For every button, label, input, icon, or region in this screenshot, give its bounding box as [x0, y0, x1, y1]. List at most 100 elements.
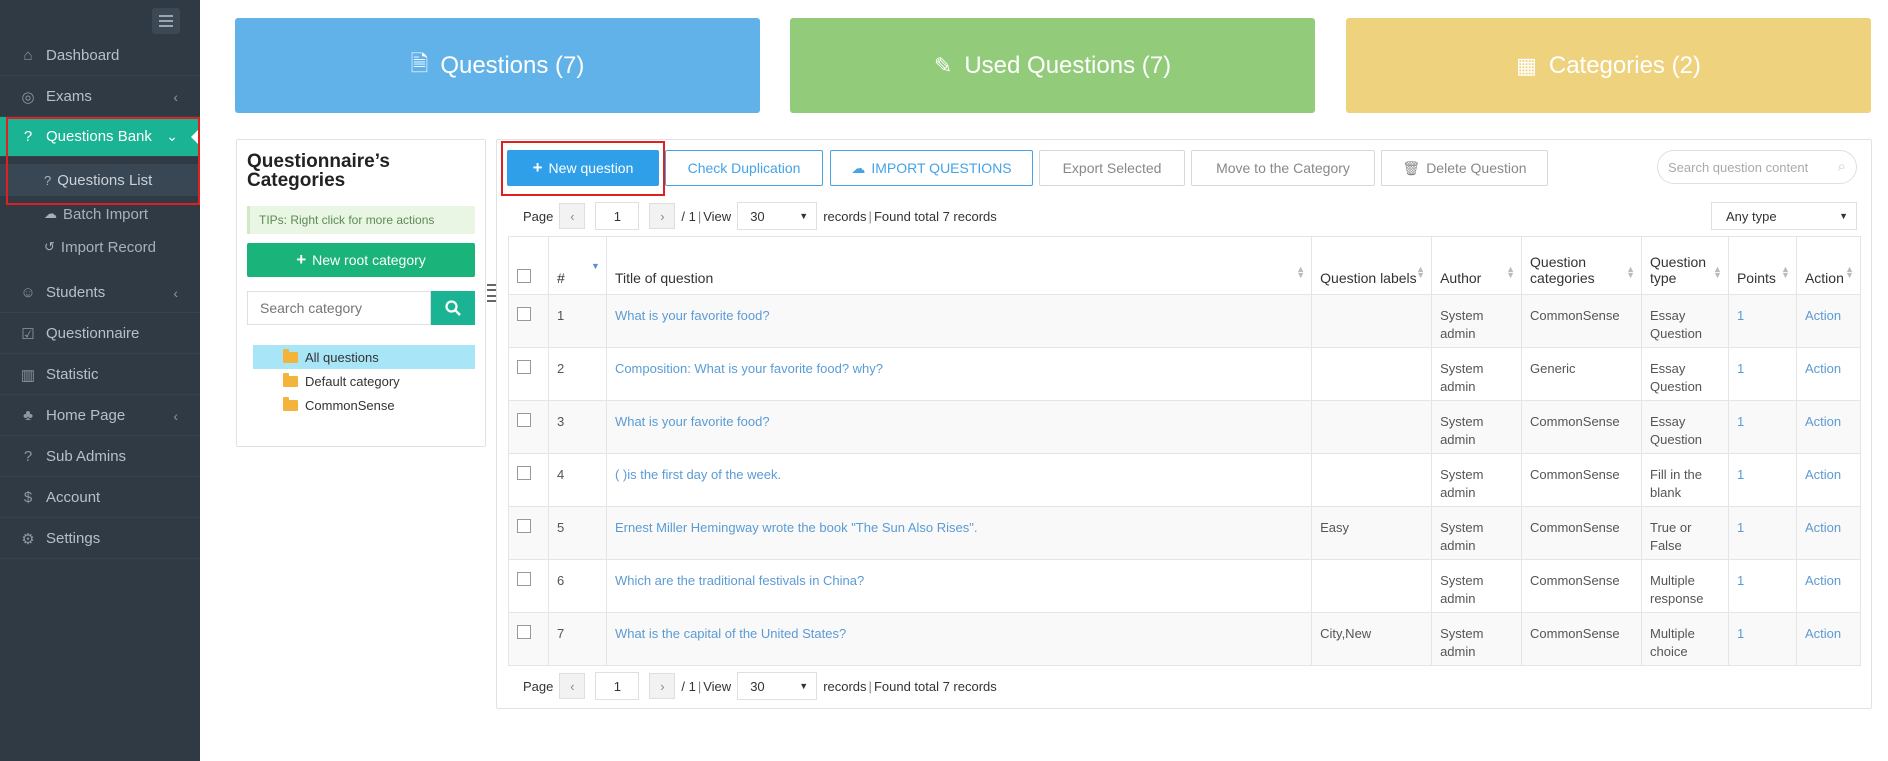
sidebar-item-sub-admins[interactable]: ? Sub Admins [0, 437, 200, 477]
sort-icon: ▲ ▼ [1506, 264, 1516, 280]
tree-item-commonsense[interactable]: CommonSense [253, 393, 475, 417]
points-link[interactable]: 1 [1737, 308, 1744, 323]
pagination-top: Page ‹ 1 › / 1 | View 30 ▼ records | Foun… [523, 202, 997, 230]
plus-icon: + [296, 250, 307, 269]
active-indicator [191, 128, 200, 146]
column-header-labels[interactable]: Question labels ▲ ▼ [1311, 236, 1433, 295]
column-header-categories[interactable]: Question categories ▲ ▼ [1521, 236, 1642, 295]
categories-count-card[interactable]: ▦ Categories (2) [1346, 18, 1871, 113]
next-page-button[interactable]: › [649, 673, 676, 699]
sidebar-item-questionnaire[interactable]: ☑ Questionnaire [0, 314, 200, 354]
action-link[interactable]: Action [1805, 573, 1841, 588]
question-title-link[interactable]: Ernest Miller Hemingway wrote the book "… [615, 520, 978, 535]
page-number-input[interactable]: 1 [595, 202, 640, 230]
prev-page-button[interactable]: ‹ [559, 203, 586, 229]
page-size-select[interactable]: 30 ▼ [737, 672, 818, 700]
column-header-title[interactable]: Title of question ▲ ▼ [605, 236, 1313, 295]
action-link[interactable]: Action [1805, 308, 1841, 323]
row-category: CommonSense [1521, 453, 1642, 507]
question-title-link[interactable]: Which are the traditional festivals in C… [615, 573, 864, 588]
sidebar-item-questions-bank[interactable]: ? Questions Bank ⌄ [0, 117, 200, 157]
used-questions-card[interactable]: ✎ Used Questions (7) [790, 18, 1315, 113]
caret-down-icon: ▼ [1839, 211, 1848, 221]
check-duplication-button[interactable]: Check Duplication [665, 150, 823, 186]
sidebar-item-exams[interactable]: ◎ Exams ‹ [0, 77, 200, 117]
row-checkbox[interactable] [517, 572, 531, 586]
import-questions-button[interactable]: ☁ IMPORT QUESTIONS [830, 150, 1033, 186]
points-link[interactable]: 1 [1737, 520, 1744, 535]
tree-item-default-category[interactable]: Default category [253, 369, 475, 393]
row-labels: Easy [1311, 506, 1433, 560]
row-checkbox[interactable] [517, 625, 531, 639]
column-header-type[interactable]: Question type ▲ ▼ [1641, 236, 1729, 295]
tree-icon: ♣ [23, 407, 33, 424]
action-link[interactable]: Action [1805, 467, 1841, 482]
edit-icon: ✎ [933, 52, 953, 78]
sidebar-subitem-import-record[interactable]: ↺ Import Record [0, 231, 200, 263]
tree-item-all-questions[interactable]: All questions [253, 345, 475, 369]
sidebar-item-label: Statistic [46, 366, 99, 383]
row-checkbox[interactable] [517, 466, 531, 480]
row-category: CommonSense [1521, 506, 1642, 560]
row-type: Essay Question [1641, 347, 1729, 401]
row-number: 6 [547, 559, 607, 613]
export-selected-label: Export Selected [1062, 160, 1162, 176]
question-title-link[interactable]: What is the capital of the United States… [615, 626, 846, 641]
column-header-action[interactable]: Action ▲ ▼ [1795, 236, 1862, 295]
prev-page-button[interactable]: ‹ [559, 673, 586, 699]
sidebar-item-dashboard[interactable]: ⌂ Dashboard [0, 36, 200, 76]
move-to-category-button[interactable]: Move to the Category [1191, 150, 1375, 186]
question-circle-icon: ? [23, 448, 33, 465]
column-header-points[interactable]: Points ▲ ▼ [1727, 236, 1797, 295]
question-title-link[interactable]: What is your favorite food? [615, 308, 770, 323]
sidebar-item-account[interactable]: $ Account [0, 478, 200, 518]
questions-table: # ▼ Title of question ▲ ▼ Question labels ▲ ▼… [508, 236, 1862, 666]
questions-count-card[interactable]: 🗎 Questions (7) [235, 18, 760, 113]
question-title-link[interactable]: Composition: What is your favorite food?… [615, 361, 883, 376]
row-checkbox[interactable] [517, 360, 531, 374]
action-link[interactable]: Action [1805, 414, 1841, 429]
column-header-number[interactable]: # ▼ [547, 236, 607, 295]
row-checkbox[interactable] [517, 519, 531, 533]
delete-question-label: Delete Question [1426, 160, 1527, 176]
select-all-checkbox[interactable] [517, 269, 531, 283]
view-label: View [703, 678, 732, 694]
question-title-link[interactable]: ( )is the first day of the week. [615, 467, 781, 482]
points-link[interactable]: 1 [1737, 467, 1744, 482]
action-link[interactable]: Action [1805, 520, 1841, 535]
row-action-cell: Action [1795, 506, 1862, 560]
row-points-cell: 1 [1727, 612, 1797, 666]
sidebar-item-students[interactable]: ☺ Students ‹ [0, 273, 200, 313]
page-number-input[interactable]: 1 [595, 672, 640, 700]
delete-question-button[interactable]: 🗑 Delete Question [1381, 150, 1548, 186]
action-link[interactable]: Action [1805, 626, 1841, 641]
action-link[interactable]: Action [1805, 361, 1841, 376]
sidebar-item-home-page[interactable]: ♣ Home Page ‹ [0, 396, 200, 436]
sidebar-subitem-questions-list[interactable]: ? Questions List [0, 164, 200, 196]
points-link[interactable]: 1 [1737, 573, 1744, 588]
sidebar-item-statistic[interactable]: ▥ Statistic [0, 355, 200, 395]
sidebar-subitem-batch-import[interactable]: ☁ Batch Import [0, 198, 200, 230]
new-question-button[interactable]: + New question [507, 150, 659, 186]
sort-icon: ▲ ▼ [1845, 264, 1854, 280]
points-link[interactable]: 1 [1737, 361, 1744, 376]
row-checkbox[interactable] [517, 307, 531, 321]
points-link[interactable]: 1 [1737, 626, 1744, 641]
row-checkbox[interactable] [517, 413, 531, 427]
menu-toggle-icon[interactable] [152, 8, 180, 34]
sidebar-item-settings[interactable]: ⚙ Settings [0, 519, 200, 559]
row-title-cell: Which are the traditional festivals in C… [605, 559, 1313, 613]
row-title-cell: ( )is the first day of the week. [605, 453, 1313, 507]
question-type-select[interactable]: Any type ▼ [1711, 202, 1857, 230]
question-search-input[interactable]: Search question content ⌕ [1657, 150, 1857, 184]
category-search-input[interactable] [247, 291, 431, 325]
category-search-button[interactable] [431, 291, 475, 325]
page-size-select[interactable]: 30 ▼ [737, 202, 818, 230]
question-title-link[interactable]: What is your favorite food? [615, 414, 770, 429]
export-selected-button[interactable]: Export Selected [1039, 150, 1185, 186]
new-root-category-label: New root category [312, 252, 426, 268]
column-header-author[interactable]: Author ▲ ▼ [1431, 236, 1523, 295]
next-page-button[interactable]: › [649, 203, 676, 229]
new-root-category-button[interactable]: + New root category [247, 243, 475, 277]
points-link[interactable]: 1 [1737, 414, 1744, 429]
